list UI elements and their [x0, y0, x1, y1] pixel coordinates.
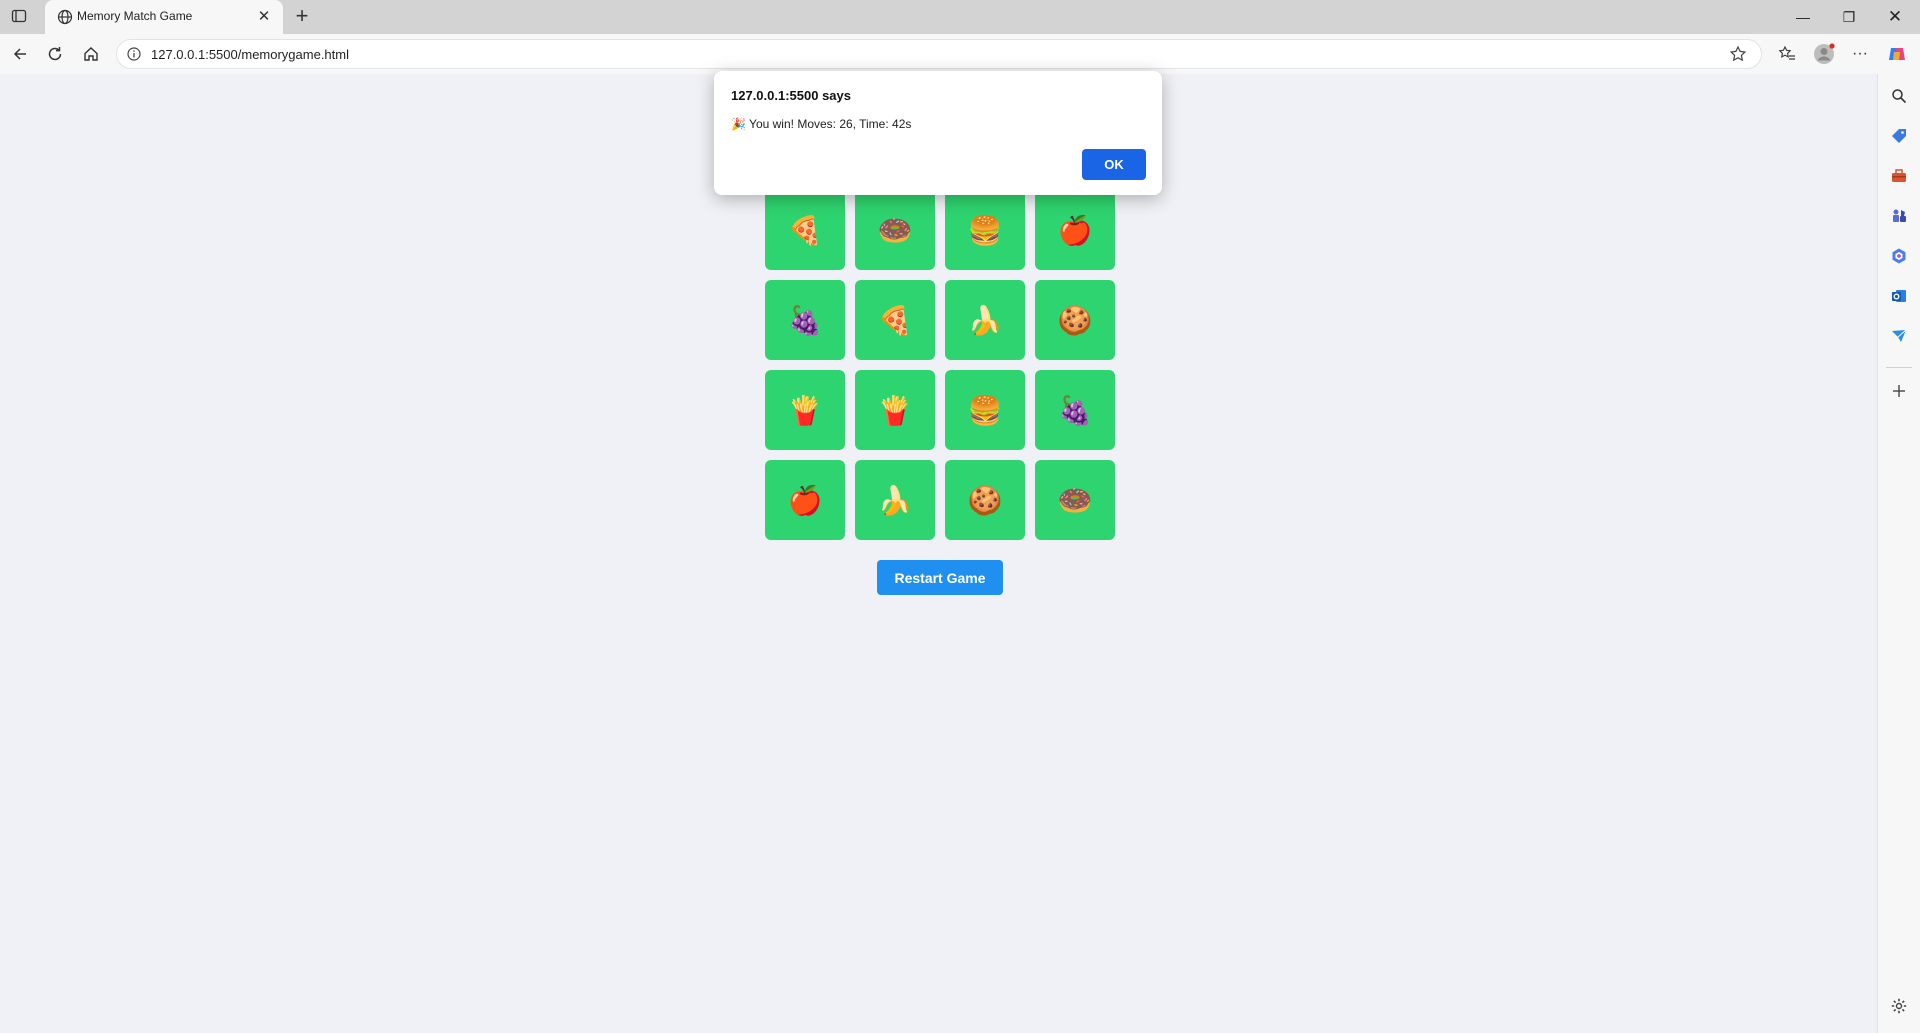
settings-gear-icon[interactable] — [1889, 996, 1909, 1016]
new-tab-button[interactable]: + — [292, 5, 312, 27]
game-board: 🍕 🍩 🍔 🍎 🍇 🍕 🍌 🍪 🍟 🍟 🍔 🍇 🍎 🍌 🍪 🍩 — [765, 190, 1115, 540]
close-window-button[interactable]: ✕ — [1872, 0, 1918, 34]
minimize-button[interactable]: — — [1780, 0, 1826, 34]
memory-card[interactable]: 🍇 — [765, 280, 845, 360]
browser-toolbar: 127.0.0.1:5500/memorygame.html ··· — [0, 34, 1920, 74]
outlook-icon[interactable] — [1889, 286, 1909, 306]
edge-sidebar — [1877, 74, 1920, 1033]
toolbox-icon[interactable] — [1889, 166, 1909, 186]
address-bar[interactable]: 127.0.0.1:5500/memorygame.html — [116, 39, 1762, 69]
globe-icon — [57, 9, 73, 25]
memory-card[interactable]: 🍪 — [945, 460, 1025, 540]
back-icon[interactable] — [8, 42, 32, 66]
memory-card[interactable]: 🍕 — [765, 190, 845, 270]
home-icon[interactable] — [79, 42, 103, 66]
dialog-message: 🎉 You win! Moves: 26, Time: 42s — [731, 117, 912, 131]
favorites-icon[interactable] — [1776, 43, 1798, 65]
dialog-title: 127.0.0.1:5500 says — [731, 88, 851, 103]
restart-game-button[interactable]: Restart Game — [877, 560, 1003, 595]
tab-close-icon[interactable]: ✕ — [255, 7, 273, 25]
tab-actions-icon[interactable] — [9, 6, 29, 26]
memory-card[interactable]: 🍔 — [945, 370, 1025, 450]
add-icon[interactable] — [1889, 381, 1909, 401]
memory-card[interactable]: 🍇 — [1035, 370, 1115, 450]
copilot-icon[interactable] — [1886, 43, 1908, 65]
sidebar-divider — [1886, 367, 1912, 368]
memory-card[interactable]: 🍔 — [945, 190, 1025, 270]
search-icon[interactable] — [1889, 86, 1909, 106]
tab-memory-match[interactable]: Memory Match Game ✕ — [45, 0, 283, 34]
memory-card[interactable]: 🍟 — [855, 370, 935, 450]
site-info-icon[interactable] — [127, 47, 141, 61]
memory-card[interactable]: 🍌 — [855, 460, 935, 540]
memory-card[interactable]: 🍎 — [765, 460, 845, 540]
memory-card[interactable]: 🍟 — [765, 370, 845, 450]
memory-card[interactable]: 🍩 — [855, 190, 935, 270]
memory-card[interactable]: 🍎 — [1035, 190, 1115, 270]
ok-button[interactable]: OK — [1082, 149, 1146, 180]
tab-strip: Memory Match Game ✕ + — ❐ ✕ — [0, 0, 1920, 34]
shopping-tag-icon[interactable] — [1889, 126, 1909, 146]
profile-avatar-icon[interactable] — [1813, 43, 1835, 65]
memory-card[interactable]: 🍌 — [945, 280, 1025, 360]
alert-dialog: 127.0.0.1:5500 says 🎉 You win! Moves: 26… — [714, 71, 1162, 195]
url-text: 127.0.0.1:5500/memorygame.html — [151, 47, 349, 62]
favorite-star-icon[interactable] — [1729, 45, 1747, 63]
send-icon[interactable] — [1889, 326, 1909, 346]
games-chess-icon[interactable] — [1889, 206, 1909, 226]
reload-icon[interactable] — [43, 42, 67, 66]
memory-card[interactable]: 🍕 — [855, 280, 935, 360]
m365-icon[interactable] — [1889, 246, 1909, 266]
memory-card[interactable]: 🍪 — [1035, 280, 1115, 360]
memory-card[interactable]: 🍩 — [1035, 460, 1115, 540]
page-content: 🍕 🍩 🍔 🍎 🍇 🍕 🍌 🍪 🍟 🍟 🍔 🍇 🍎 🍌 🍪 🍩 Restart … — [0, 74, 1877, 1033]
tab-title: Memory Match Game — [77, 9, 193, 23]
restore-button[interactable]: ❐ — [1826, 0, 1872, 34]
more-menu-icon[interactable]: ··· — [1849, 43, 1871, 65]
